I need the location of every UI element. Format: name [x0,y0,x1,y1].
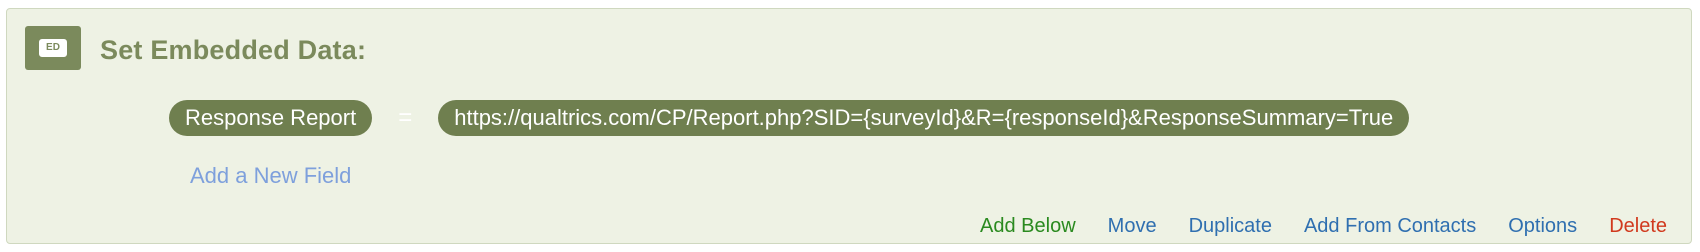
options-link[interactable]: Options [1508,215,1577,238]
equals-operator: = [398,104,413,131]
embedded-data-icon: ED [39,39,67,57]
block-actions: Add Below Move Duplicate Add From Contac… [980,215,1667,238]
duplicate-link[interactable]: Duplicate [1189,215,1272,238]
field-name-pill[interactable]: Response Report [169,100,373,136]
block-title: Set Embedded Data: [100,35,367,65]
field-value-pill[interactable]: https://qualtrics.com/CP/Report.php?SID=… [438,100,1410,136]
embedded-data-block-badge: ED [25,26,81,70]
add-from-contacts-link[interactable]: Add From Contacts [1304,215,1476,238]
move-link[interactable]: Move [1108,215,1157,238]
delete-link[interactable]: Delete [1609,215,1667,238]
add-new-field-link[interactable]: Add a New Field [190,163,351,189]
add-below-link[interactable]: Add Below [980,215,1076,238]
embedded-data-field-row: Response Report = https://qualtrics.com/… [169,100,1410,136]
embedded-data-block: ED Set Embedded Data: Response Report = … [6,8,1692,244]
